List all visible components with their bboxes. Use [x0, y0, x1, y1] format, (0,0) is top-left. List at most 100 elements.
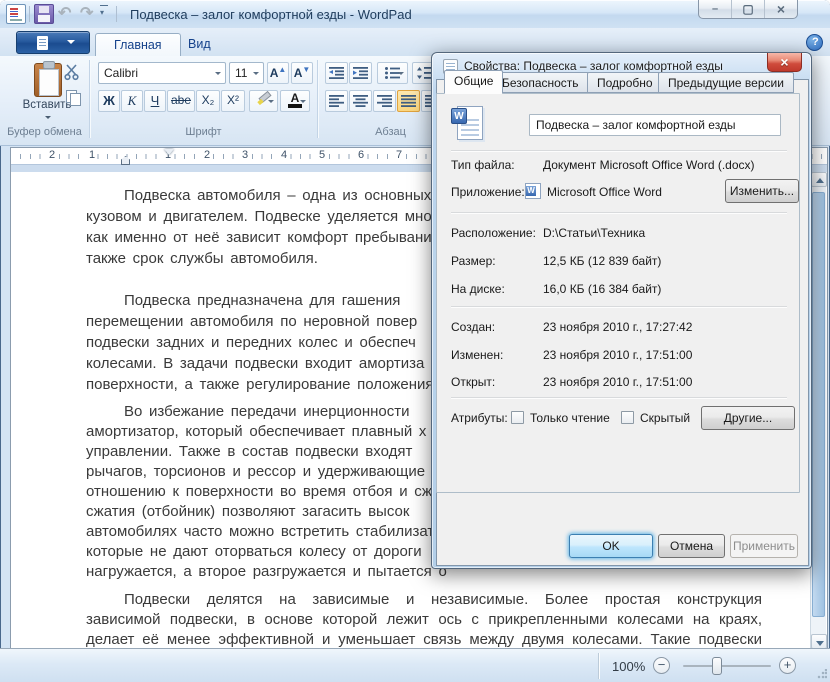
underline-button[interactable]: Ч	[144, 90, 166, 112]
dialog-tab-general[interactable]: Общие	[444, 70, 504, 94]
first-line-indent-marker[interactable]	[164, 149, 174, 160]
help-icon[interactable]	[806, 34, 823, 51]
filename-input[interactable]: Подвеска – залог комфортной езды	[529, 114, 781, 136]
cut-button[interactable]	[62, 62, 84, 82]
apply-button[interactable]: Применить	[730, 534, 798, 558]
close-window-button[interactable]	[765, 0, 797, 18]
field-value: Документ Microsoft Office Word (.docx)	[543, 158, 755, 172]
field-label: Открыт:	[451, 375, 496, 389]
ruler-number: 1	[87, 149, 98, 161]
decrease-indent-icon	[329, 67, 344, 79]
field-label: Расположение:	[451, 226, 536, 240]
font-group-label: Шрифт	[185, 126, 222, 138]
dialog-tab-security[interactable]: Безопасность	[492, 72, 589, 93]
resize-grip[interactable]	[817, 669, 827, 679]
bold-button[interactable]: Ж	[98, 90, 120, 112]
properties-dialog: Свойства: Подвеска – залог комфортной ез…	[431, 52, 812, 569]
wordpad-window: ↶ ↷ ▾ Подвеска – залог комфортной езды -…	[0, 0, 830, 682]
divider	[451, 397, 787, 398]
undo-icon[interactable]: ↶	[58, 3, 71, 23]
general-tab-panel: W Подвеска – залог комфортной езды Тип ф…	[436, 93, 800, 493]
doc-line: зависимой подвески, в основе которой леж…	[86, 611, 762, 628]
font-color-button[interactable]: A	[280, 90, 310, 112]
other-attributes-button[interactable]: Другие...	[701, 406, 795, 430]
increase-indent-icon	[353, 67, 368, 79]
field-label: На диске:	[451, 282, 505, 296]
align-left-icon	[329, 95, 344, 107]
align-center-button[interactable]	[349, 90, 372, 112]
divider	[29, 6, 30, 22]
vertical-scrollbar[interactable]	[810, 172, 827, 649]
readonly-checkbox[interactable]	[511, 411, 524, 424]
zoom-slider-thumb[interactable]	[712, 657, 722, 675]
dialog-tab-versions[interactable]: Предыдущие версии	[658, 72, 794, 93]
doc-line: Подвески делятся на зависимые и независи…	[124, 591, 762, 608]
scrollbar-thumb[interactable]	[812, 192, 825, 617]
justify-icon	[401, 95, 416, 107]
justify-button[interactable]	[397, 90, 420, 112]
wordpad-menu-button[interactable]	[16, 31, 90, 54]
ruler-number: 7	[394, 149, 405, 161]
zoom-in-button[interactable]: +	[779, 657, 796, 674]
scroll-up-icon[interactable]	[811, 172, 827, 187]
align-left-button[interactable]	[325, 90, 348, 112]
font-size-select[interactable]: 11	[229, 62, 264, 84]
ruler-number: 2	[202, 149, 213, 161]
chevron-down-icon	[45, 116, 51, 122]
zoom-slider[interactable]	[683, 657, 771, 675]
wordpad-app-icon[interactable]	[6, 4, 26, 24]
font-family-select[interactable]: Calibri	[98, 62, 226, 84]
field-label: Создан:	[451, 320, 496, 334]
tab-view[interactable]: Вид	[170, 33, 229, 56]
field-value: 23 ноября 2010 г., 17:27:42	[543, 320, 693, 334]
cancel-button[interactable]: Отмена	[658, 534, 725, 558]
ruler-number: 6	[356, 149, 367, 161]
status-bar: 100% − +	[0, 648, 830, 682]
shrink-font-button[interactable]: A▼	[291, 62, 313, 84]
dialog-close-button[interactable]	[767, 53, 802, 72]
field-value: D:\Статьи\Техника	[543, 226, 646, 240]
list-button[interactable]	[377, 62, 408, 84]
quick-access-dropdown-icon[interactable]: ▾	[100, 5, 109, 17]
ok-button[interactable]: OK	[569, 534, 653, 558]
ruler-number: 3	[240, 149, 251, 161]
strikethrough-button[interactable]: abe	[167, 90, 195, 112]
subscript-button[interactable]: X₂	[196, 90, 220, 112]
change-app-button[interactable]: Изменить...	[725, 179, 799, 203]
dialog-tab-details[interactable]: Подробно	[587, 72, 663, 93]
scroll-down-icon[interactable]	[811, 634, 827, 649]
copy-button[interactable]	[62, 86, 84, 106]
chevron-down-icon	[268, 100, 274, 106]
superscript-button[interactable]: X²	[221, 90, 245, 112]
clipboard-group-label: Буфер обмена	[7, 126, 82, 138]
attributes-label: Атрибуты:	[451, 411, 508, 425]
field-label: Приложение:	[451, 185, 525, 199]
document-icon	[37, 36, 48, 50]
readonly-label: Только чтение	[530, 411, 610, 425]
divider	[598, 653, 599, 679]
redo-icon[interactable]: ↷	[80, 3, 93, 23]
ruler-number: 2	[47, 149, 58, 161]
grow-font-button[interactable]: A▲	[267, 62, 289, 84]
window-controls	[698, 0, 798, 19]
increase-indent-button[interactable]	[349, 62, 372, 84]
font-family-value: Calibri	[104, 66, 139, 80]
align-right-button[interactable]	[373, 90, 396, 112]
tab-home[interactable]: Главная	[95, 33, 181, 56]
hidden-label: Скрытый	[640, 411, 691, 425]
titlebar: ↶ ↷ ▾ Подвеска – залог комфортной езды -…	[0, 0, 830, 28]
zoom-out-button[interactable]: −	[653, 657, 670, 674]
word-logo: W	[451, 108, 467, 124]
ruler-number: 5	[317, 149, 328, 161]
hidden-checkbox[interactable]	[621, 411, 634, 424]
highlight-button[interactable]	[249, 90, 278, 112]
chevron-down-icon	[398, 72, 404, 78]
decrease-indent-button[interactable]	[325, 62, 348, 84]
maximize-button[interactable]	[732, 0, 765, 18]
field-label: Изменен:	[451, 348, 504, 362]
divider	[451, 306, 787, 307]
save-icon[interactable]	[34, 4, 54, 24]
italic-button[interactable]: K	[121, 90, 143, 112]
minimize-button[interactable]	[699, 0, 732, 18]
clipboard-icon	[34, 61, 62, 97]
